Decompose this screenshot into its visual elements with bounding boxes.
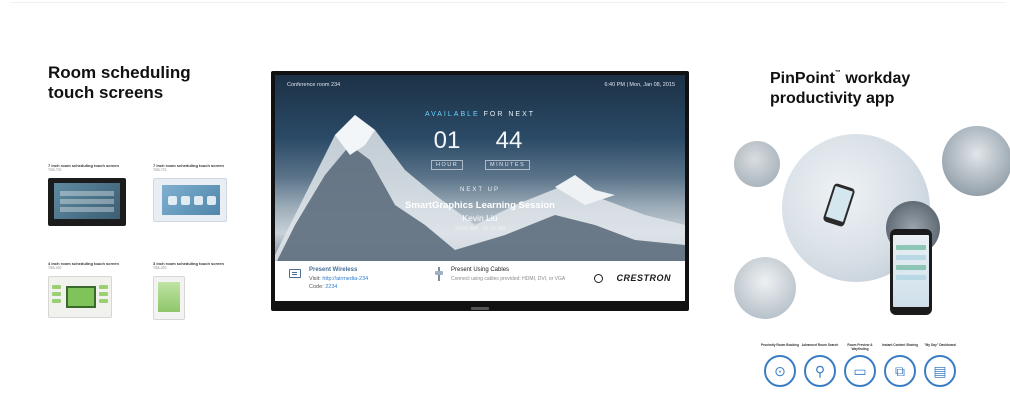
present-wireless-visit: Visit: http://airmedia-234 (309, 276, 369, 282)
crestron-logo-icon (594, 274, 603, 283)
feature-icons-row: Proximity Room Booking ⊙ Advanced Room S… (760, 343, 960, 393)
location-pin-icon: ⊙ (764, 355, 796, 387)
wireless-display-icon (289, 269, 301, 278)
present-wireless-code: Code: 2234 (309, 284, 338, 290)
user-photo (734, 257, 796, 319)
present-cables-description: Connect using cables provided: HDMI, DVI… (451, 276, 566, 282)
crestron-logo: CRESTRON (616, 273, 671, 283)
room-name: Conference room 234 (287, 82, 341, 88)
date-time: 6:40 PM | Mon, Jan 08, 2015 (604, 82, 675, 88)
device-model: TSS-770 (153, 168, 167, 172)
touch-screen-image (48, 276, 112, 318)
availability-timer: 01 44 HOUR MINUTES (425, 127, 535, 170)
next-up-label: NEXT UP (460, 187, 500, 193)
feature-proximity-booking: Proximity Room Booking ⊙ (760, 343, 800, 387)
timer-hours: 01 (433, 127, 461, 154)
device-3inch: 3 inch room scheduling touch screen TSS-… (153, 261, 233, 320)
content-sharing-icon: ⧉ (884, 355, 916, 387)
device-4inch: 4 inch room scheduling touch screen TSS-… (48, 261, 128, 318)
smartphone-app-image (890, 229, 932, 315)
presentation-options-bar: Present Wireless Visit: http://airmedia-… (275, 261, 685, 301)
dashboard-icon: ▤ (924, 355, 956, 387)
airmedia-code: 2234 (325, 284, 338, 290)
office-photo-small (734, 141, 780, 187)
left-section-title: Room scheduling touch screens (48, 63, 248, 103)
left-title-line2: touch screens (48, 83, 164, 102)
available-rest: FOR NEXT (479, 111, 536, 118)
feature-room-search: Advanced Room Search ⚲ (800, 343, 840, 387)
right-section-title: PinPoint™ workday productivity app (770, 63, 990, 109)
feature-room-preview: Room Preview & Wayfinding ▭ (840, 343, 880, 387)
airmedia-url[interactable]: http://airmedia-234 (322, 276, 368, 282)
session-time: 10:00 AM - 11:15 AM (454, 226, 506, 232)
right-title-line1: PinPoint™ workday (770, 70, 911, 87)
meeting-room-photo (942, 126, 1010, 196)
present-cables-title: Present Using Cables (451, 267, 510, 273)
minute-label: MINUTES (485, 160, 531, 170)
feature-my-day-dashboard: "My Day" Dashboard ▤ (920, 343, 960, 387)
device-7inch-black: 7 inch room scheduling touch screen TSS-… (48, 163, 128, 226)
room-scheduling-screen: Conference room 234 6:40 PM | Mon, Jan 0… (275, 75, 685, 301)
device-7inch-white: 7 inch room scheduling touch screen TSS-… (153, 163, 233, 222)
touch-screen-image (153, 178, 227, 222)
page-canvas: Room scheduling touch screens 7 inch roo… (10, 2, 1010, 405)
session-title: SmartGraphics Learning Session (405, 200, 555, 211)
tv-stand (471, 307, 489, 310)
right-title-line2: productivity app (770, 90, 895, 107)
cable-icon (435, 267, 443, 281)
search-icon: ⚲ (804, 355, 836, 387)
room-preview-icon: ▭ (844, 355, 876, 387)
feature-content-sharing: Instant Content Sharing ⧉ (880, 343, 920, 387)
touch-screen-image (153, 276, 185, 320)
tv-top-bar: Conference room 234 6:40 PM | Mon, Jan 0… (275, 79, 685, 91)
device-model: TSS-370 (153, 266, 167, 270)
touch-screen-image (48, 178, 126, 226)
availability-status: AVAILABLE FOR NEXT (275, 111, 685, 118)
room-display-tv: Conference room 234 6:40 PM | Mon, Jan 0… (271, 71, 689, 311)
device-model: TSS-470 (48, 266, 62, 270)
hour-label: HOUR (431, 160, 464, 170)
available-word: AVAILABLE (424, 111, 480, 118)
device-model: TSS-770 (48, 168, 62, 172)
presenter-name: Kevin Liu (462, 213, 498, 223)
timer-minutes: 44 (495, 127, 523, 154)
left-title-line1: Room scheduling (48, 63, 191, 82)
present-wireless-title: Present Wireless (309, 267, 358, 273)
